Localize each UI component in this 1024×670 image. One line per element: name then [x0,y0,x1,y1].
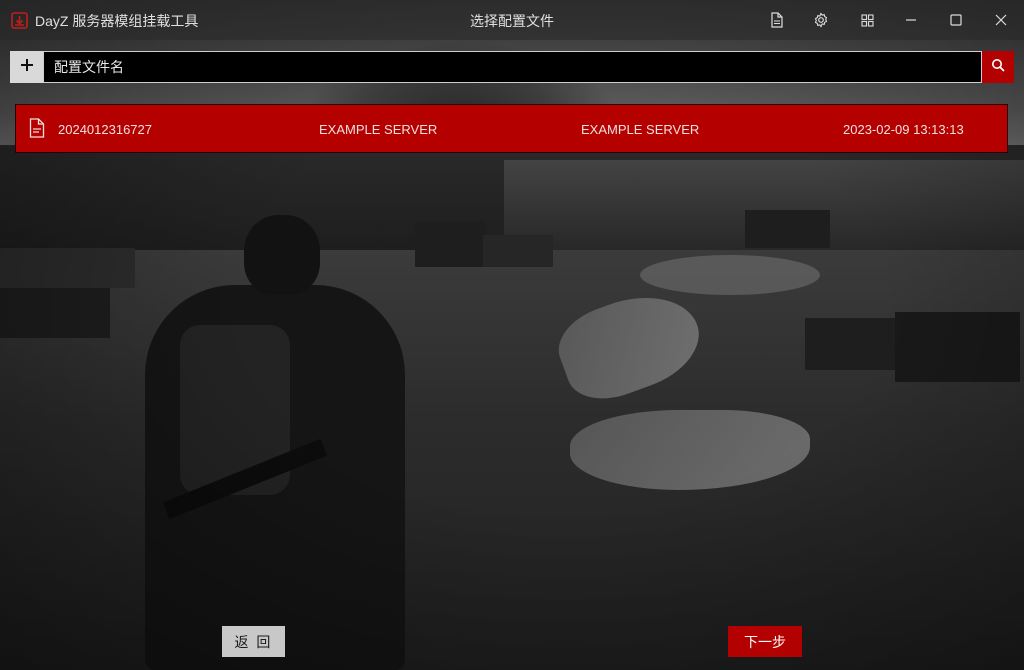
app-logo-icon [11,12,28,29]
maximize-icon[interactable] [943,8,969,32]
title-bar: DayZ 服务器模组挂载工具 选择配置文件 [0,0,1024,40]
gear-icon[interactable] [808,8,834,32]
background-scene [0,0,1024,670]
document-icon [29,118,45,138]
minimize-icon[interactable] [898,8,924,32]
plus-icon [20,58,34,77]
config-id: 2024012316727 [58,122,152,137]
add-config-button[interactable] [10,51,43,83]
app-title: DayZ 服务器模组挂载工具 [35,13,199,29]
grid-icon[interactable] [854,8,880,32]
back-button[interactable]: 返 回 [222,626,285,657]
config-date: 2023-02-09 13:13:13 [843,122,964,137]
config-name-search-input[interactable] [43,51,982,83]
close-icon[interactable] [988,8,1014,32]
config-name: EXAMPLE SERVER [319,122,438,137]
config-server: EXAMPLE SERVER [581,122,700,137]
search-icon [991,58,1005,77]
config-list-item[interactable]: 2024012316727 EXAMPLE SERVER EXAMPLE SER… [15,104,1008,153]
file-icon[interactable] [764,8,790,32]
next-button[interactable]: 下一步 [728,626,802,657]
search-button[interactable] [982,51,1014,83]
search-bar [10,51,1014,83]
